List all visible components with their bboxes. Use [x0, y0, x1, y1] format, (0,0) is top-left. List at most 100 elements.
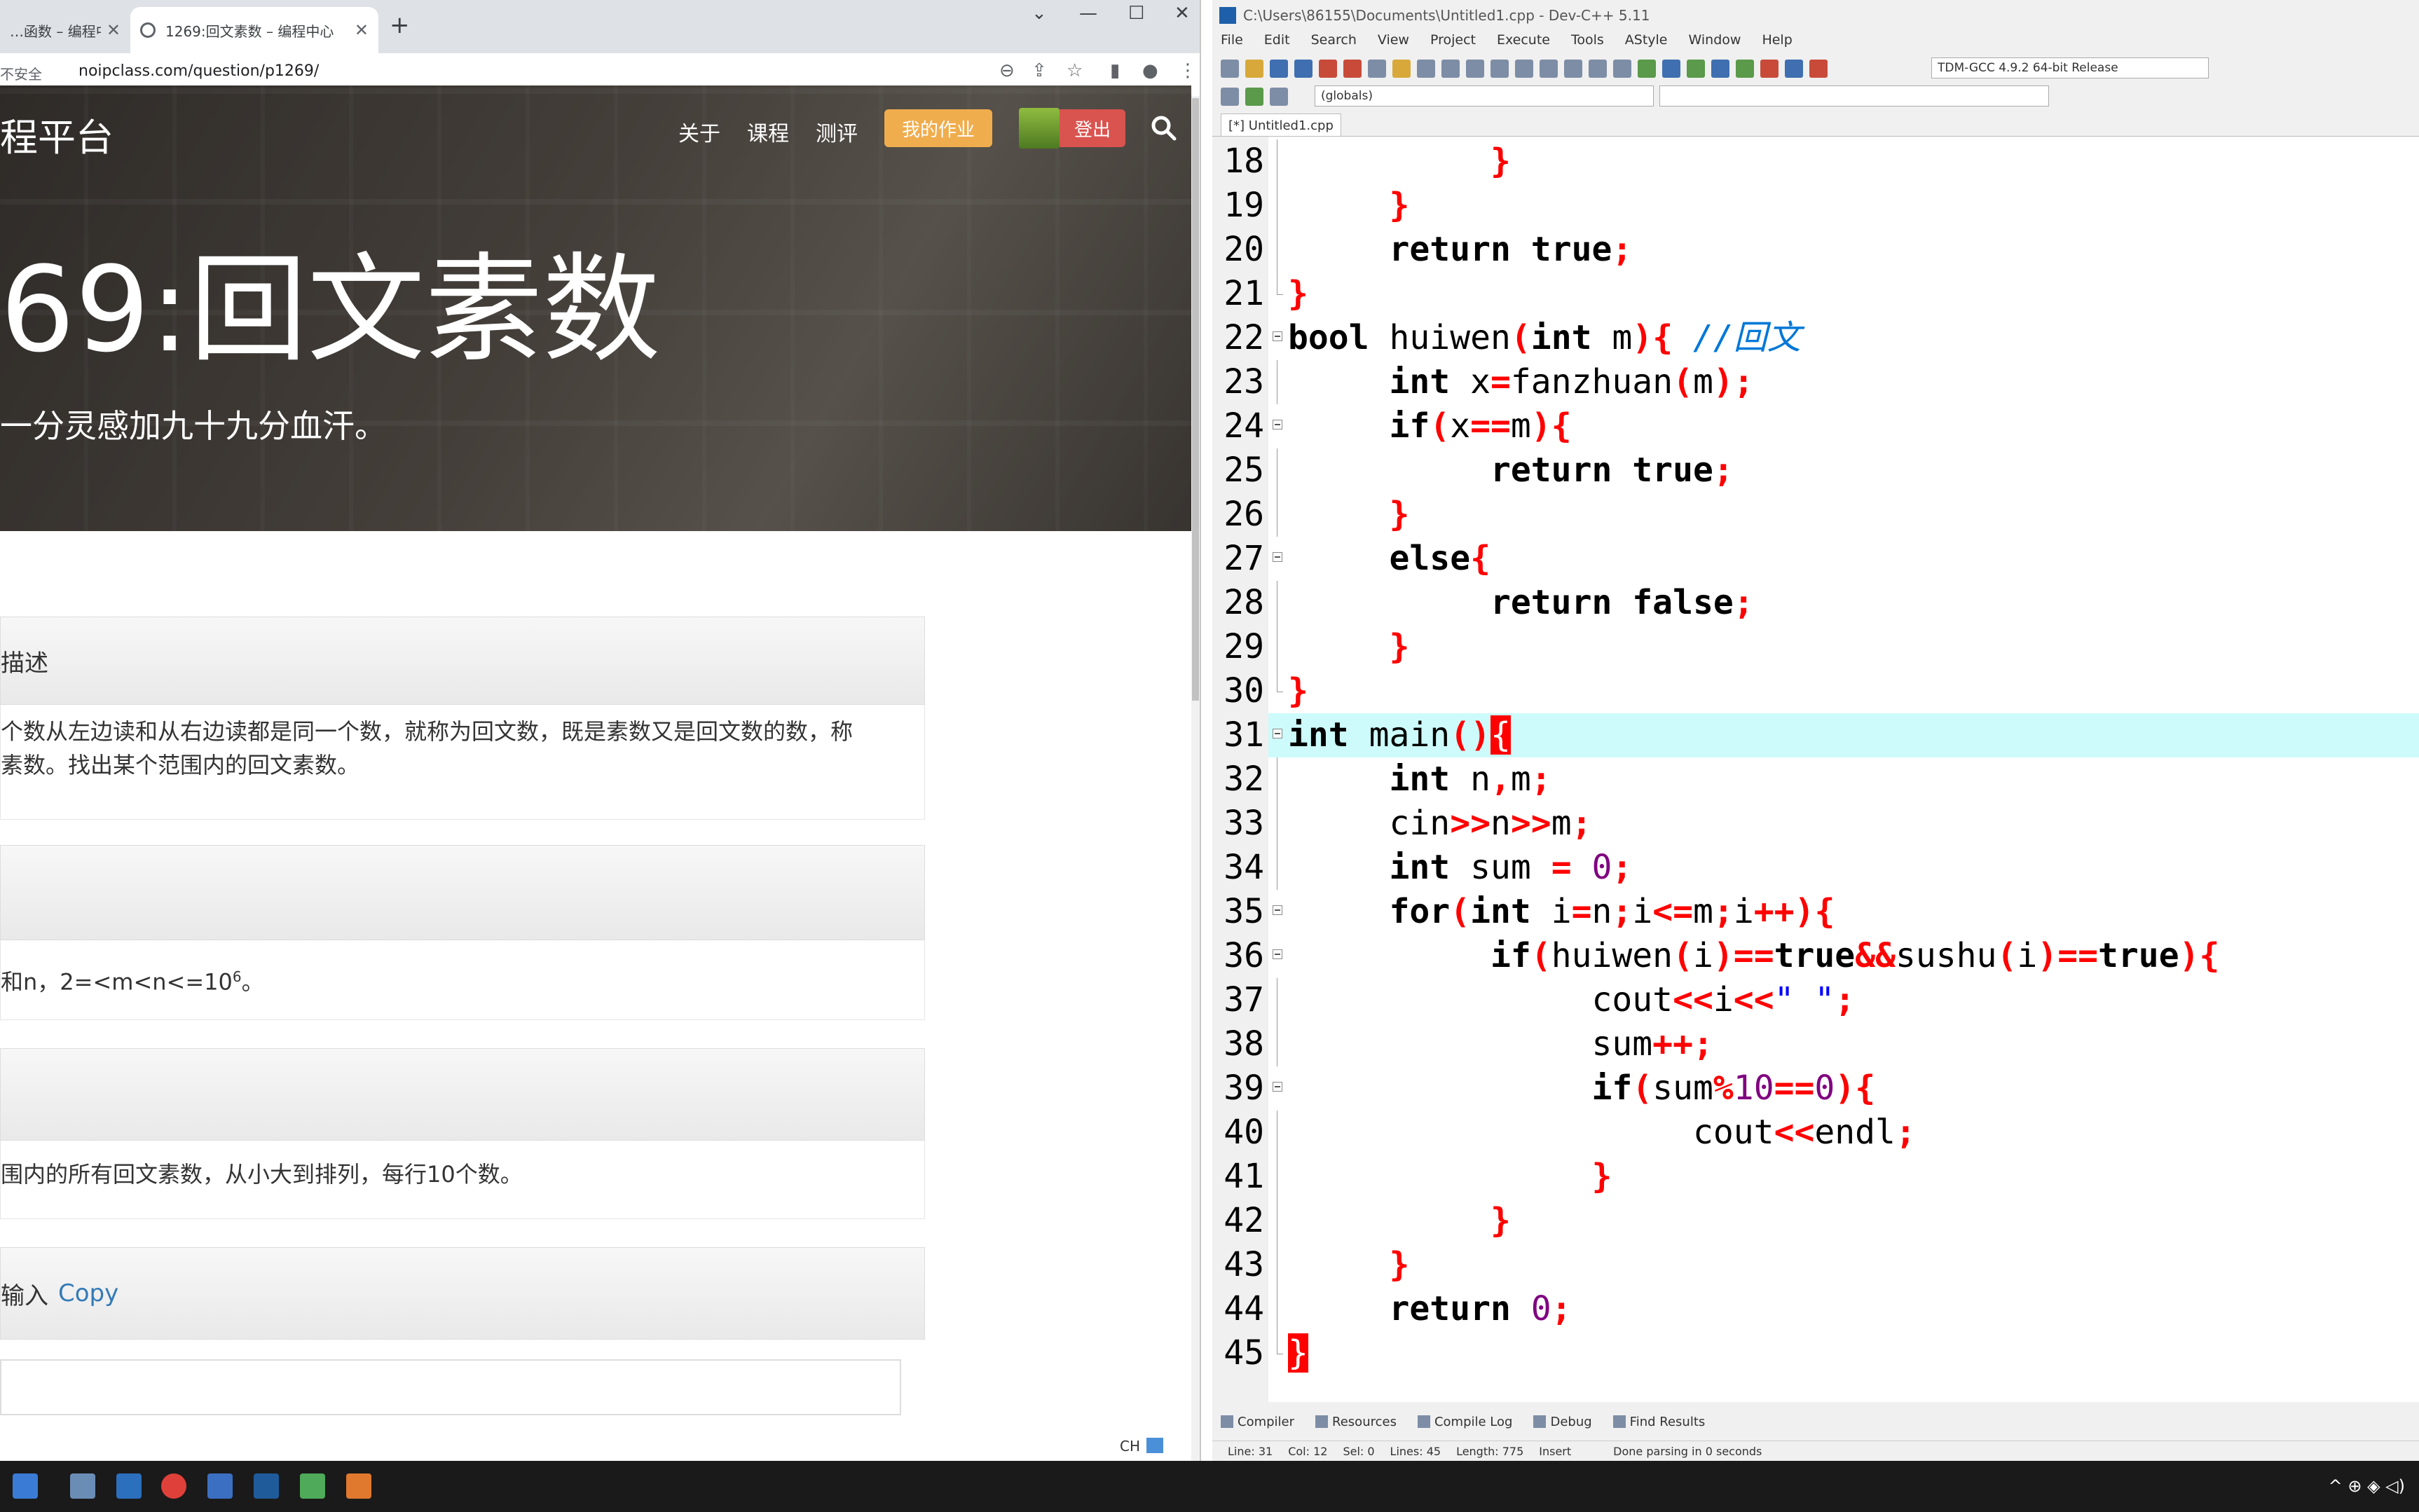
- code-line[interactable]: 40 cout<<endl;: [1212, 1111, 2419, 1155]
- close-icon[interactable]: ✕: [355, 20, 369, 40]
- code-line[interactable]: 41 }: [1212, 1155, 2419, 1199]
- new-tab-button[interactable]: +: [390, 11, 410, 39]
- scrollbar-thumb[interactable]: [1192, 98, 1199, 701]
- code-line[interactable]: 45}: [1212, 1331, 2419, 1375]
- code-line[interactable]: 25 return true;: [1212, 448, 2419, 493]
- browser-tab-functions[interactable]: …函数 – 编程中心 ✕: [0, 7, 130, 53]
- editor-file-tab[interactable]: [*] Untitled1.cpp: [1221, 114, 1341, 137]
- tab-search-icon[interactable]: ⌄: [1032, 3, 1047, 24]
- close-all-icon[interactable]: [1343, 60, 1362, 78]
- menu-view[interactable]: View: [1378, 32, 1409, 55]
- ime-indicator[interactable]: CH: [1120, 1438, 1140, 1455]
- code-line[interactable]: 31 int main(){: [1212, 713, 2419, 757]
- compile-run-icon[interactable]: [1687, 60, 1705, 78]
- share-icon[interactable]: ⇪: [1032, 60, 1047, 81]
- compiler-select[interactable]: TDM-GCC 4.9.2 64-bit Release: [1931, 57, 2209, 78]
- code-line[interactable]: 28 return false;: [1212, 581, 2419, 625]
- code-line[interactable]: 33 cin>>n>>m;: [1212, 802, 2419, 846]
- code-line[interactable]: 29 }: [1212, 625, 2419, 669]
- menu-window[interactable]: Window: [1689, 32, 1741, 55]
- nav-about[interactable]: 关于: [678, 116, 720, 147]
- compile-icon[interactable]: [1638, 60, 1656, 78]
- code-line[interactable]: 24 if(x==m){: [1212, 404, 2419, 448]
- devcpp-taskbar-icon[interactable]: [254, 1473, 279, 1499]
- menu-edit[interactable]: Edit: [1264, 32, 1290, 55]
- undo-icon[interactable]: [1392, 60, 1411, 78]
- code-line[interactable]: 27 else{: [1212, 537, 2419, 581]
- code-line[interactable]: 23 int x=fanzhuan(m);: [1212, 360, 2419, 404]
- menu-project[interactable]: Project: [1430, 32, 1476, 55]
- menu-help[interactable]: Help: [1762, 32, 1792, 55]
- fold-toggle-icon[interactable]: [1273, 552, 1282, 562]
- menu-execute[interactable]: Execute: [1497, 32, 1550, 55]
- open-file-icon[interactable]: [1245, 60, 1263, 78]
- fold-toggle-icon[interactable]: [1273, 1082, 1282, 1092]
- code-line[interactable]: 43 }: [1212, 1243, 2419, 1287]
- not-secure-label[interactable]: 不安全: [0, 63, 42, 83]
- avatar[interactable]: [1019, 108, 1060, 149]
- code-line[interactable]: 20 return true;: [1212, 228, 2419, 272]
- menu-kebab-icon[interactable]: ⋮: [1179, 60, 1197, 81]
- chrome-icon[interactable]: [161, 1473, 186, 1499]
- forward-icon[interactable]: [1589, 60, 1607, 78]
- redo-icon[interactable]: [1417, 60, 1435, 78]
- run-icon[interactable]: [1662, 60, 1680, 78]
- site-title[interactable]: 程平台: [0, 106, 114, 162]
- code-line[interactable]: 37 cout<<i<<" ";: [1212, 978, 2419, 1022]
- fold-toggle-icon[interactable]: [1273, 331, 1282, 341]
- copy-link[interactable]: Copy: [58, 1279, 118, 1307]
- stop-icon[interactable]: [1760, 60, 1779, 78]
- back-icon[interactable]: [1564, 60, 1582, 78]
- browser-scrollbar[interactable]: [1191, 98, 1200, 1461]
- close-file-icon[interactable]: [1319, 60, 1337, 78]
- bookmark-star-icon[interactable]: ☆: [1067, 60, 1083, 81]
- find-icon[interactable]: [1441, 60, 1460, 78]
- tab-find-results[interactable]: Find Results: [1630, 1415, 1706, 1429]
- code-line[interactable]: 19 }: [1212, 184, 2419, 228]
- nav-judge[interactable]: 测评: [816, 116, 858, 147]
- file-explorer-icon[interactable]: [13, 1473, 38, 1499]
- media-app-icon[interactable]: [346, 1473, 371, 1499]
- logout-button[interactable]: 登出: [1060, 109, 1125, 147]
- code-line[interactable]: 18 }: [1212, 139, 2419, 184]
- browser-tab-problem[interactable]: 1269:回文素数 – 编程中心 ✕: [130, 7, 378, 53]
- code-line[interactable]: 38 sum++;: [1212, 1022, 2419, 1066]
- replace-icon[interactable]: [1466, 60, 1484, 78]
- system-tray[interactable]: ^ ⊕ ◈ ◁): [2329, 1476, 2405, 1496]
- menu-tools[interactable]: Tools: [1571, 32, 1604, 55]
- image-app-icon[interactable]: [70, 1473, 95, 1499]
- code-line[interactable]: 32 int n,m;: [1212, 757, 2419, 802]
- menu-astyle[interactable]: AStyle: [1625, 32, 1668, 55]
- goto-icon[interactable]: [1540, 60, 1558, 78]
- code-line[interactable]: 39 if(sum%10==0){: [1212, 1066, 2419, 1111]
- zoom-icon[interactable]: ⊖: [999, 60, 1015, 81]
- fold-toggle-icon[interactable]: [1273, 905, 1282, 915]
- chart-icon[interactable]: [1785, 60, 1803, 78]
- code-line[interactable]: 22 bool huiwen(int m){ //回文: [1212, 316, 2419, 360]
- app-icon[interactable]: [116, 1473, 142, 1499]
- menu-search[interactable]: Search: [1311, 32, 1357, 55]
- maximize-icon[interactable]: ☐: [1128, 3, 1144, 24]
- fold-toggle-icon[interactable]: [1273, 420, 1282, 429]
- close-icon[interactable]: ✕: [107, 20, 121, 40]
- rebuild-icon[interactable]: [1711, 60, 1729, 78]
- tab-compile-log[interactable]: Compile Log: [1434, 1415, 1513, 1429]
- check-syntax-icon[interactable]: [1736, 60, 1754, 78]
- code-line[interactable]: 42 }: [1212, 1199, 2419, 1243]
- code-line[interactable]: 21}: [1212, 272, 2419, 316]
- code-line[interactable]: 36 if(huiwen(i)==true&&sushu(i)==true){: [1212, 934, 2419, 978]
- tab-compiler[interactable]: Compiler: [1238, 1415, 1294, 1429]
- bookmark-icon[interactable]: [1613, 60, 1631, 78]
- fold-toggle-icon[interactable]: [1273, 729, 1282, 738]
- spreadsheet-app-icon[interactable]: [300, 1473, 325, 1499]
- minimize-icon[interactable]: —: [1079, 3, 1097, 24]
- scope-select[interactable]: (globals): [1315, 85, 1654, 106]
- code-line[interactable]: 44 return 0;: [1212, 1287, 2419, 1331]
- fold-toggle-icon[interactable]: [1273, 949, 1282, 959]
- save-all-icon[interactable]: [1294, 60, 1313, 78]
- code-line[interactable]: 35 for(int i=n;i<=m;i++){: [1212, 890, 2419, 934]
- indent-icon[interactable]: [1491, 60, 1509, 78]
- symbol-select[interactable]: [1659, 85, 2049, 106]
- nav-courses[interactable]: 课程: [747, 116, 789, 147]
- new-file-icon[interactable]: [1221, 60, 1239, 78]
